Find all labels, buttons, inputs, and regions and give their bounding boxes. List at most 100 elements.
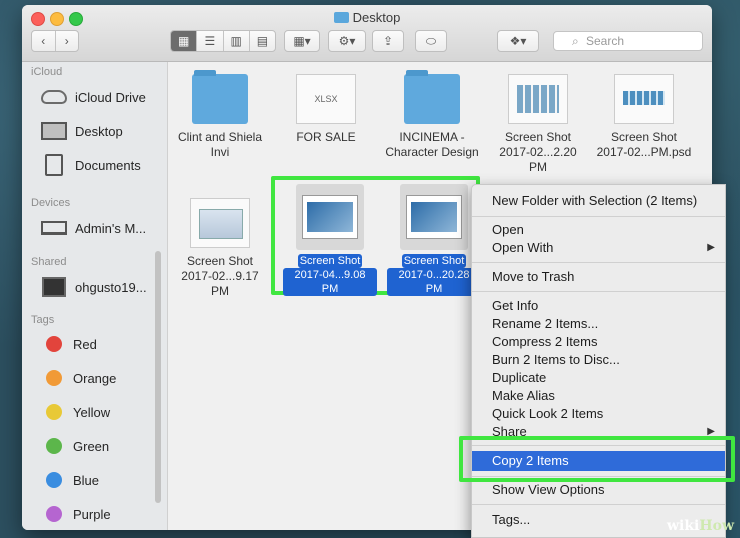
menu-item-show-view-options[interactable]: Show View Options	[492, 482, 605, 497]
menu-item-make-alias[interactable]: Make Alias	[492, 388, 555, 403]
icon-view-icon[interactable]: ▦	[171, 31, 198, 51]
file-item[interactable]: Screen Shot 2017-02...PM.psd	[596, 74, 692, 160]
screenshot-thumbnail-icon	[190, 198, 250, 248]
file-item[interactable]: XLSX FOR SALE	[278, 74, 374, 145]
selected-file-item[interactable]: Screen Shot 2017-0...20.28 PM	[387, 184, 481, 296]
sidebar-item-label: iCloud Drive	[75, 89, 146, 105]
sidebar-item-label: ohgusto19...	[75, 279, 147, 295]
file-name: Screen Shot	[401, 254, 467, 268]
sidebar-header-icloud: iCloud	[31, 66, 63, 78]
tag-button[interactable]: ⬭	[415, 30, 447, 52]
file-name: Screen Shot	[297, 254, 363, 268]
dropbox-icon: ❖▾	[509, 34, 527, 48]
file-item[interactable]: Screen Shot 2017-02...9.17 PM	[172, 198, 268, 299]
menu-item-compress[interactable]: Compress 2 Items	[492, 334, 597, 349]
file-item[interactable]: Screen Shot 2017-02...2.20 PM	[490, 74, 586, 175]
share-button[interactable]: ⇪	[372, 30, 404, 52]
menu-item-get-info[interactable]: Get Info	[492, 298, 538, 313]
file-badge: XLSX	[314, 93, 338, 104]
chevron-right-icon[interactable]: ›	[56, 31, 79, 51]
sidebar-item-tag-orange[interactable]: Orange	[40, 370, 116, 386]
file-name: Screen Shot	[610, 130, 678, 144]
screenshot-thumbnail-icon	[508, 74, 568, 124]
sidebar-item-tag-green[interactable]: Green	[40, 438, 109, 454]
sidebar-header-tags: Tags	[31, 314, 55, 326]
menu-item-open-with[interactable]: Open With	[492, 240, 553, 255]
sidebar-item-tag-blue[interactable]: Blue	[40, 472, 99, 488]
menu-item-open[interactable]: Open	[492, 222, 524, 237]
folder-icon	[192, 70, 248, 124]
search-placeholder: Search	[586, 34, 625, 48]
sidebar-item-desktop[interactable]: Desktop	[40, 120, 123, 142]
window-title-text: Desktop	[352, 10, 401, 25]
sidebar-item-label: Red	[73, 336, 97, 352]
menu-separator	[472, 291, 725, 292]
desktop-icon	[40, 120, 68, 142]
view-mode-switcher: ▦ ☰ ▥ ▤	[170, 30, 276, 52]
menu-item-quick-look[interactable]: Quick Look 2 Items	[492, 406, 603, 421]
file-name: 2017-02...PM.psd	[596, 145, 692, 159]
file-name: Clint and Shiela	[177, 130, 263, 144]
sidebar-item-tag-red[interactable]: Red	[40, 336, 97, 352]
screenshot-thumbnail-icon	[614, 74, 674, 124]
menu-item-new-folder-with-selection[interactable]: New Folder with Selection (2 Items)	[492, 193, 697, 208]
selected-file-item[interactable]: Screen Shot 2017-04...9.08 PM	[283, 184, 377, 296]
sidebar-item-label: Green	[73, 438, 110, 454]
column-view-icon[interactable]: ▥	[224, 31, 250, 51]
context-menu: New Folder with Selection (2 Items) Open…	[471, 184, 726, 538]
sidebar-item-label: Orange	[73, 370, 117, 386]
monitor-icon	[40, 276, 68, 298]
file-name: INCINEMA -	[399, 130, 465, 144]
file-name: 2017-02...2.20 PM	[499, 145, 577, 174]
window-title: Desktop	[22, 10, 712, 25]
navigation-buttons: ‹ ›	[31, 30, 79, 52]
gear-icon: ⚙▾	[338, 34, 356, 48]
list-view-icon[interactable]: ☰	[197, 31, 224, 51]
sidebar-item-shared[interactable]: ohgusto19...	[40, 276, 147, 298]
screenshot-thumbnail-icon	[400, 184, 468, 250]
menu-separator	[472, 262, 725, 263]
file-name: Character Design	[385, 145, 479, 159]
share-icon: ⇪	[382, 34, 394, 48]
file-name: Screen Shot	[186, 254, 254, 268]
sidebar-item-tag-purple[interactable]: Purple	[40, 506, 111, 522]
file-name: Invi	[210, 145, 230, 159]
tag-dot-icon	[46, 336, 62, 352]
group-by-button[interactable]: ▦▾	[284, 30, 320, 52]
sidebar-item-device[interactable]: Admin's M...	[40, 217, 146, 239]
search-icon: ⌕	[572, 34, 579, 48]
watermark-prefix: wiki	[666, 518, 700, 534]
search-input[interactable]: ⌕ Search	[553, 31, 703, 51]
document-icon	[40, 154, 68, 176]
menu-item-burn-to-disc[interactable]: Burn 2 Items to Disc...	[492, 352, 620, 367]
submenu-arrow-icon: ▶	[707, 242, 715, 253]
menu-item-duplicate[interactable]: Duplicate	[492, 370, 546, 385]
tag-dot-icon	[46, 370, 62, 386]
dropbox-button[interactable]: ❖▾	[497, 30, 539, 52]
watermark-suffix: How	[699, 518, 734, 534]
sidebar-item-tag-yellow[interactable]: Yellow	[40, 404, 110, 420]
file-name: FOR SALE	[296, 130, 356, 144]
gallery-view-icon[interactable]: ▤	[250, 31, 275, 51]
sidebar-item-documents[interactable]: Documents	[40, 154, 141, 176]
tag-dot-icon	[46, 506, 62, 522]
sidebar-item-label: Purple	[73, 506, 111, 522]
chevron-left-icon[interactable]: ‹	[32, 31, 56, 51]
sidebar-item-label: Blue	[73, 472, 100, 488]
sidebar-item-label: Admin's M...	[75, 220, 147, 236]
sidebar-scrollbar[interactable]	[155, 251, 161, 503]
menu-item-tags[interactable]: Tags...	[492, 512, 530, 527]
cloud-icon	[40, 86, 68, 108]
laptop-icon	[40, 217, 68, 239]
sidebar-header-shared: Shared	[31, 256, 67, 268]
tag-dot-icon	[46, 438, 62, 454]
menu-item-rename[interactable]: Rename 2 Items...	[492, 316, 598, 331]
tag-icon: ⬭	[425, 34, 437, 48]
menu-item-move-to-trash[interactable]: Move to Trash	[492, 269, 574, 284]
file-item[interactable]: INCINEMA - Character Design	[384, 70, 480, 160]
folder-icon	[404, 70, 460, 124]
sidebar-item-label: Documents	[75, 157, 141, 173]
file-item[interactable]: Clint and Shiela Invi	[172, 70, 268, 160]
action-button[interactable]: ⚙▾	[328, 30, 366, 52]
sidebar-item-icloud-drive[interactable]: iCloud Drive	[40, 86, 146, 108]
